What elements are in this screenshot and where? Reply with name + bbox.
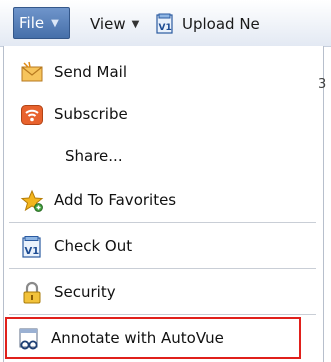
menu-item-subscribe[interactable]: Subscribe: [8, 94, 316, 134]
svg-text:V1: V1: [159, 23, 172, 33]
favorites-star-icon: [20, 189, 44, 213]
menu-item-label: Share...: [65, 147, 123, 165]
menu-item-add-to-favorites[interactable]: Add To Favorites: [8, 180, 316, 220]
view-menu-label: View: [90, 15, 126, 33]
menu-item-check-out[interactable]: V1 Check Out: [8, 226, 316, 266]
menu-toolbar: File ▼ View ▼ V1 Upload Ne: [0, 0, 331, 47]
upload-new-label: Upload Ne: [182, 15, 260, 33]
file-menu-label: File: [19, 14, 45, 32]
menu-item-label: Annotate with AutoVue: [51, 329, 224, 347]
upload-document-icon: V1: [154, 13, 176, 35]
menu-separator: [9, 222, 316, 223]
envelope-icon: [20, 61, 44, 85]
subscribe-icon: [20, 103, 44, 127]
file-menu-button[interactable]: File ▼: [13, 7, 70, 39]
menu-item-send-mail[interactable]: Send Mail: [8, 52, 316, 92]
menu-item-label: Send Mail: [54, 63, 128, 81]
lock-icon: [20, 281, 44, 305]
menu-item-share[interactable]: Share...: [8, 136, 316, 176]
upload-new-button[interactable]: V1 Upload Ne: [154, 9, 260, 39]
svg-text:V1: V1: [25, 246, 40, 257]
menu-item-security[interactable]: Security: [8, 272, 316, 312]
check-out-icon: V1: [20, 235, 44, 259]
menu-separator: [9, 268, 316, 269]
menu-item-label: Subscribe: [54, 105, 128, 123]
file-dropdown-menu: Send Mail Subscribe Share... Add To Favo…: [3, 46, 324, 362]
chevron-down-icon: ▼: [131, 18, 140, 30]
menu-item-annotate-with-autovue[interactable]: Annotate with AutoVue: [5, 317, 301, 359]
autovue-annotate-icon: [17, 327, 41, 351]
menu-item-label: Security: [54, 283, 116, 301]
menu-item-label: Check Out: [54, 237, 133, 255]
background-page-text: 3: [318, 77, 327, 92]
view-menu-button[interactable]: View ▼: [90, 9, 139, 39]
chevron-down-icon: ▼: [51, 17, 59, 29]
menu-separator: [9, 314, 316, 315]
menu-item-label: Add To Favorites: [54, 191, 177, 209]
